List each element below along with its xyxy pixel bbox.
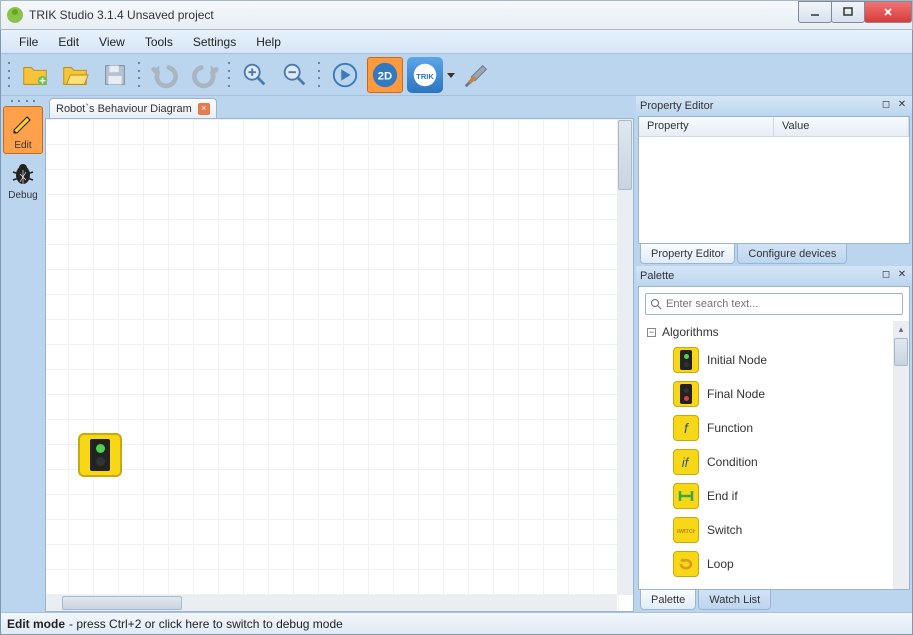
zoom-out-button[interactable] xyxy=(277,57,313,93)
panel-close-icon[interactable]: ✕ xyxy=(896,98,908,110)
configure-devices-tab[interactable]: Configure devices xyxy=(737,244,847,264)
property-editor-title: Property Editor xyxy=(640,100,713,112)
palette-category[interactable]: − Algorithms xyxy=(639,321,909,343)
svg-text:if: if xyxy=(682,455,690,470)
condition-icon: if xyxy=(673,449,699,475)
minimize-button[interactable] xyxy=(798,1,832,23)
palette-item-final[interactable]: Final Node xyxy=(639,377,909,411)
palette-item-label: Condition xyxy=(707,455,758,469)
status-bar[interactable]: Edit mode - press Ctrl+2 or click here t… xyxy=(1,612,912,634)
palette-item-label: Function xyxy=(707,421,753,435)
palette-item-label: Final Node xyxy=(707,387,765,401)
svg-text:SWITCH: SWITCH xyxy=(677,529,695,535)
menu-file[interactable]: File xyxy=(9,32,48,52)
menu-settings[interactable]: Settings xyxy=(183,32,246,52)
canvas-scrollbar-horizontal[interactable] xyxy=(46,595,617,611)
final-icon xyxy=(673,381,699,407)
undo-button[interactable] xyxy=(147,57,183,93)
palette-item-label: End if xyxy=(707,489,738,503)
search-icon xyxy=(650,298,662,310)
palette-search-input[interactable] xyxy=(666,298,898,310)
property-editor-tab[interactable]: Property Editor xyxy=(640,244,735,264)
window-title: TRIK Studio 3.1.4 Unsaved project xyxy=(29,8,214,22)
status-mode: Edit mode xyxy=(7,617,65,631)
trik-model-button[interactable]: TRIK xyxy=(407,57,443,93)
redo-button[interactable] xyxy=(187,57,223,93)
document-tab-label: Robot`s Behaviour Diagram xyxy=(56,103,192,115)
bug-icon xyxy=(9,160,37,188)
menu-help[interactable]: Help xyxy=(246,32,291,52)
model-dropdown[interactable] xyxy=(445,57,457,93)
palette-item-label: Loop xyxy=(707,557,734,571)
open-button[interactable] xyxy=(57,57,93,93)
menu-view[interactable]: View xyxy=(89,32,135,52)
two-d-model-button[interactable]: 2D xyxy=(367,57,403,93)
canvas-scrollbar-vertical[interactable] xyxy=(617,119,633,595)
palette-tab[interactable]: Palette xyxy=(640,590,696,610)
loop-icon xyxy=(673,551,699,577)
debug-mode-label: Debug xyxy=(8,190,37,201)
status-hint: - press Ctrl+2 or click here to switch t… xyxy=(69,617,343,631)
value-column-header[interactable]: Value xyxy=(774,117,909,136)
palette-search[interactable] xyxy=(645,293,903,315)
document-tab[interactable]: Robot`s Behaviour Diagram × xyxy=(49,98,217,118)
pencil-icon xyxy=(9,110,37,138)
svg-text:TRIK: TRIK xyxy=(416,71,434,80)
palette-item-loop[interactable]: Loop xyxy=(639,547,909,581)
initial-node-block[interactable] xyxy=(78,433,122,477)
palette-item-function[interactable]: f Function xyxy=(639,411,909,445)
menu-tools[interactable]: Tools xyxy=(135,32,183,52)
window-titlebar: TRIK Studio 3.1.4 Unsaved project xyxy=(0,0,913,30)
watch-list-tab[interactable]: Watch List xyxy=(698,590,771,610)
palette-title: Palette xyxy=(640,270,674,282)
panel-float-icon[interactable]: ◻ xyxy=(880,268,892,280)
menu-bar: File Edit View Tools Settings Help xyxy=(1,30,912,54)
edit-mode-label: Edit xyxy=(14,140,31,151)
palette-item-endif[interactable]: End if xyxy=(639,479,909,513)
main-toolbar: 2D TRIK xyxy=(1,54,912,96)
palette-item-label: Switch xyxy=(707,523,742,537)
app-icon xyxy=(7,7,23,23)
robot-settings-button[interactable] xyxy=(459,57,495,93)
close-button[interactable] xyxy=(864,1,912,23)
diagram-canvas[interactable] xyxy=(45,118,634,612)
svg-text:2D: 2D xyxy=(378,70,392,82)
property-column-header[interactable]: Property xyxy=(639,117,774,136)
palette-item-label: Initial Node xyxy=(707,353,767,367)
svg-text:f: f xyxy=(684,420,690,436)
palette-scrollbar[interactable]: ▴ xyxy=(893,321,909,589)
save-button[interactable] xyxy=(97,57,133,93)
mode-toolbar: Edit Debug xyxy=(1,96,45,612)
zoom-in-button[interactable] xyxy=(237,57,273,93)
switch-icon: SWITCH xyxy=(673,517,699,543)
palette-item-initial[interactable]: Initial Node xyxy=(639,343,909,377)
debug-mode-button[interactable]: Debug xyxy=(3,156,43,204)
panel-float-icon[interactable]: ◻ xyxy=(880,98,892,110)
edit-mode-button[interactable]: Edit xyxy=(3,106,43,154)
property-editor-header: Property Editor ◻ ✕ xyxy=(636,96,912,116)
function-icon: f xyxy=(673,415,699,441)
close-tab-button[interactable]: × xyxy=(198,103,210,115)
play-button[interactable] xyxy=(327,57,363,93)
collapse-icon[interactable]: − xyxy=(647,328,656,337)
palette-item-switch[interactable]: SWITCH Switch xyxy=(639,513,909,547)
menu-edit[interactable]: Edit xyxy=(48,32,89,52)
initial-icon xyxy=(673,347,699,373)
maximize-button[interactable] xyxy=(831,1,865,23)
endif-icon xyxy=(673,483,699,509)
panel-close-icon[interactable]: ✕ xyxy=(896,268,908,280)
palette-header: Palette ◻ ✕ xyxy=(636,266,912,286)
palette-item-condition[interactable]: if Condition xyxy=(639,445,909,479)
new-project-button[interactable] xyxy=(17,57,53,93)
palette-category-label: Algorithms xyxy=(662,325,719,339)
